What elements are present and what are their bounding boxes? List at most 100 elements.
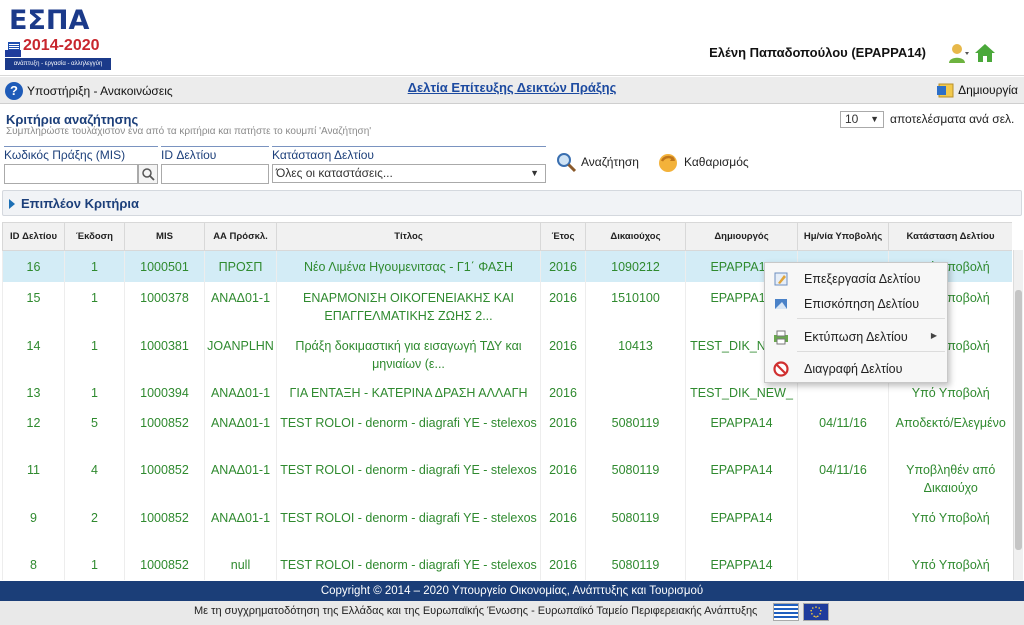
cell-year: 2016 [540,281,586,330]
cell-id: 16 [2,250,65,282]
status-select[interactable]: Όλες οι καταστάσεις... ▼ [272,164,546,183]
cell-version: 4 [64,453,125,502]
results-per-page-select[interactable]: 10 ▼ [840,111,884,128]
cell-status: Αποδεκτό/Ελεγμένο [888,406,1012,454]
cell-version: 5 [64,406,125,454]
cell-year: 2016 [540,548,586,580]
cell-beneficiary: 5080119 [585,453,686,502]
clear-icon [659,154,677,172]
cell-call: null [204,548,277,580]
preview-icon [775,299,787,309]
menu-item-edit[interactable]: Επεξεργασία Δελτίου [765,267,947,291]
cell-title: ΕΝΑΡΜΟΝΙΣΗ ΟΙΚΟΓΕΝΕΙΑΚΗΣ ΚΑΙ ΕΠΑΓΓΕΛΜΑΤΙ… [276,281,541,330]
create-button[interactable]: Δημιουργία [936,81,1018,99]
cell-call: ΑΝΑΔ01-1 [204,453,277,502]
criteria-subtitle: Συμπληρώστε τουλάχιστον ένα από τα κριτή… [6,126,372,137]
expand-arrow-icon [9,199,15,209]
greek-flag-icon [8,42,20,50]
cell-version: 1 [64,376,125,407]
id-input[interactable] [161,164,269,184]
cell-beneficiary: 1510100 [585,281,686,330]
cell-year: 2016 [540,453,586,502]
menu-item-delete[interactable]: Διαγραφή Δελτίου [765,357,947,381]
menu-item-label: Επισκόπηση Δελτίου [804,297,920,311]
cell-mis: 1000852 [124,501,205,549]
greek-flag-icon [773,603,799,621]
cell-submit-date [797,501,889,549]
eu-flag-icon [5,50,21,57]
cell-year: 2016 [540,329,586,377]
user-menu-icon[interactable] [948,42,970,64]
logo-years: 2014-2020 [23,37,100,54]
cell-call: ΑΝΑΔ01-1 [204,281,277,330]
cell-mis: 1000852 [124,406,205,454]
column-header[interactable]: Έκδοση [64,222,125,251]
logo-title: ΕΣΠΑ [9,5,90,36]
chevron-down-icon: ▼ [530,168,539,178]
column-header[interactable]: Δικαιούχος [585,222,686,251]
column-header[interactable]: MIS [124,222,205,251]
table-row[interactable]: 9 2 1000852 ΑΝΑΔ01-1 TEST ROLOI - denorm… [2,501,1012,549]
mis-lookup-button[interactable] [138,164,158,184]
menu-item-preview[interactable]: Επισκόπηση Δελτίου [765,292,947,316]
header: ΕΣΠΑ 2014-2020 ανάπτυξη - εργασία - αλλη… [0,0,1024,76]
cell-id: 9 [2,501,65,549]
cell-call: ΠΡΟΣΠ [204,250,277,282]
espa-logo[interactable]: ΕΣΠΑ 2014-2020 ανάπτυξη - εργασία - αλλη… [5,6,111,70]
menu-item-print[interactable]: Εκτύπωση Δελτίου ▶ [765,325,947,349]
criteria-title: Κριτήρια αναζήτησης [6,112,139,127]
menu-item-label: Επεξεργασία Δελτίου [804,272,921,286]
clear-button[interactable]: Καθαρισμός [656,151,749,173]
cell-call: ΑΝΑΔ01-1 [204,501,277,549]
menu-item-label: Διαγραφή Δελτίου [804,362,903,376]
submenu-arrow-icon: ▶ [930,331,937,340]
extra-criteria-toggle[interactable]: Επιπλέον Κριτήρια [2,190,1022,216]
mis-input[interactable] [4,164,138,184]
eu-flag-icon [803,603,829,621]
cell-beneficiary: 5080119 [585,548,686,580]
column-header[interactable]: Ημ/νία Υποβολής [797,222,889,251]
user-name: Ελένη Παπαδοπούλου (EPAPPA14) [709,45,926,60]
column-header[interactable]: Κατάσταση Δελτίου [888,222,1012,251]
column-header[interactable]: ΑΑ Πρόσκλ. [204,222,277,251]
status-label: Κατάσταση Δελτίου [272,146,546,162]
cell-title: Πράξη δοκιμαστική για εισαγωγή ΤΔΥ και μ… [276,329,541,377]
table-row[interactable]: 8 1 1000852 null TEST ROLOI - denorm - d… [2,548,1012,580]
cell-submit-date: 04/11/16 [797,406,889,454]
menu-separator [797,318,945,319]
column-header[interactable]: Δημιουργός [685,222,798,251]
cell-id: 12 [2,406,65,454]
cell-mis: 1000852 [124,453,205,502]
page-title[interactable]: Δελτία Επίτευξης Δεικτών Πράξης [0,80,1024,95]
search-button[interactable]: Αναζήτηση [555,151,639,173]
cell-creator: EPAPPA14 [685,406,798,454]
cell-status: Υποβληθέν από Δικαιούχο [888,453,1012,502]
cell-id: 13 [2,376,65,407]
table-row[interactable]: 12 5 1000852 ΑΝΑΔ01-1 TEST ROLOI - denor… [2,406,1012,454]
cell-mis: 1000852 [124,548,205,580]
column-header[interactable]: ID Δελτίου [2,222,65,251]
cell-version: 1 [64,281,125,330]
cell-status: Υπό Υποβολή [888,501,1012,549]
cell-title: TEST ROLOI - denorm - diagrafi YE - stel… [276,501,541,549]
logo-tagline: ανάπτυξη - εργασία - αλληλεγγύη [5,58,111,70]
new-document-icon [937,83,954,98]
cell-title: TEST ROLOI - denorm - diagrafi YE - stel… [276,548,541,580]
id-label: ID Δελτίου [161,146,269,162]
edit-icon [774,272,788,286]
cell-submit-date [797,548,889,580]
home-icon[interactable] [974,42,996,64]
cofunding-bar: Με τη συγχρηματοδότηση της Ελλάδας και τ… [0,601,1024,625]
cell-mis: 1000394 [124,376,205,407]
column-header[interactable]: Έτος [540,222,586,251]
print-icon [774,330,788,345]
table-row[interactable]: 11 4 1000852 ΑΝΑΔ01-1 TEST ROLOI - denor… [2,453,1012,502]
scrollbar-thumb[interactable] [1015,290,1022,550]
column-header[interactable]: Τίτλος [276,222,541,251]
table-scrollbar[interactable] [1013,250,1023,580]
cell-mis: 1000378 [124,281,205,330]
cell-call: ΑΝΑΔ01-1 [204,406,277,454]
cell-mis: 1000501 [124,250,205,282]
cell-version: 1 [64,250,125,282]
copyright-bar: Copyright © 2014 – 2020 Υπουργείο Οικονο… [0,581,1024,601]
